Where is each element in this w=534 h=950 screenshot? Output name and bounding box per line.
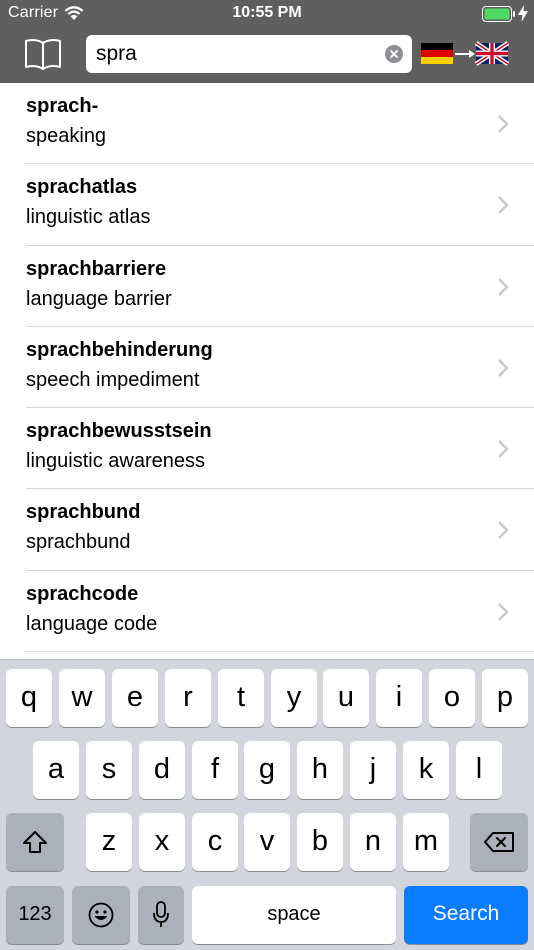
chevron-right-icon: [498, 196, 509, 215]
chevron-right-icon: [498, 115, 509, 133]
results-list: sprach- speaking sprachatlas linguistic …: [0, 83, 534, 659]
entry-translation: language barrier: [26, 287, 172, 310]
delete-icon: [484, 832, 514, 852]
key-h[interactable]: h: [297, 741, 343, 799]
key-v[interactable]: v: [244, 813, 290, 871]
emoji-key[interactable]: [72, 886, 130, 944]
book-icon[interactable]: [24, 38, 62, 70]
entry-word: sprachbarriere: [26, 257, 167, 280]
key-z[interactable]: z: [86, 813, 132, 871]
entry-word: sprachatlas: [26, 176, 138, 199]
chevron-right-icon: [498, 602, 509, 621]
key-u[interactable]: u: [323, 669, 369, 727]
dictation-key[interactable]: [138, 886, 184, 944]
key-o[interactable]: o: [429, 669, 475, 727]
entry-translation: speaking: [26, 125, 107, 147]
key-s[interactable]: s: [86, 741, 132, 799]
chevron-right-icon: [498, 521, 509, 540]
key-l[interactable]: l: [456, 741, 502, 799]
clear-search-icon[interactable]: [385, 45, 403, 63]
chevron-right-icon: [498, 277, 509, 296]
shift-icon: [23, 831, 47, 853]
charging-icon: [518, 5, 528, 22]
list-item[interactable]: sprachbewusstsein linguistic awareness: [0, 408, 534, 490]
entry-word: sprachbewusstsein: [26, 420, 212, 443]
microphone-icon: [153, 901, 169, 927]
entry-word: sprachbund: [26, 501, 141, 524]
chevron-right-icon: [498, 440, 509, 459]
key-j[interactable]: j: [350, 741, 396, 799]
chevron-right-icon: [498, 359, 509, 377]
key-q[interactable]: q: [6, 669, 52, 727]
key-r[interactable]: r: [165, 669, 211, 727]
key-b[interactable]: b: [297, 813, 343, 871]
key-a[interactable]: a: [33, 741, 79, 799]
search-field[interactable]: [86, 35, 412, 73]
key-g[interactable]: g: [244, 741, 290, 799]
key-k[interactable]: k: [403, 741, 449, 799]
entry-translation: linguistic atlas: [26, 206, 151, 229]
key-i[interactable]: i: [376, 669, 422, 727]
shift-key[interactable]: [6, 813, 64, 871]
delete-key[interactable]: [470, 813, 528, 871]
entry-word: sprachcode: [26, 582, 139, 605]
entry-translation: speech impediment: [26, 368, 200, 391]
entry-word: sprach-: [26, 95, 99, 117]
key-m[interactable]: m: [403, 813, 449, 871]
list-item[interactable]: sprachbund sprachbund: [0, 489, 534, 572]
german-flag-icon: [421, 43, 453, 64]
key-e[interactable]: e: [112, 669, 158, 727]
key-t[interactable]: t: [218, 669, 264, 727]
key-f[interactable]: f: [192, 741, 238, 799]
entry-word: sprachbehinderung: [26, 338, 213, 361]
numbers-key[interactable]: 123: [6, 886, 64, 944]
battery-icon: [482, 6, 515, 22]
list-item[interactable]: sprach- speaking: [0, 83, 534, 165]
keyboard: q w e r t y u i o p a s d f g h j k l z …: [0, 659, 534, 950]
search-input[interactable]: [96, 35, 376, 73]
uk-flag-icon: [474, 41, 509, 66]
list-item[interactable]: sprachcode language code: [0, 571, 534, 653]
language-direction-toggle[interactable]: [421, 40, 509, 66]
key-n[interactable]: n: [350, 813, 396, 871]
key-c[interactable]: c: [192, 813, 238, 871]
emoji-icon: [88, 902, 114, 928]
key-d[interactable]: d: [139, 741, 185, 799]
entry-translation: language code: [26, 612, 158, 635]
key-x[interactable]: x: [139, 813, 185, 871]
status-bar: Carrier 10:55 PM: [0, 0, 534, 28]
status-time: 10:55 PM: [232, 4, 302, 21]
key-p[interactable]: p: [482, 669, 528, 727]
space-key[interactable]: space: [192, 886, 396, 944]
key-w[interactable]: w: [59, 669, 105, 727]
entry-translation: linguistic awareness: [26, 450, 205, 473]
list-item[interactable]: sprachatlas linguistic atlas: [0, 164, 534, 246]
key-y[interactable]: y: [271, 669, 317, 727]
arrow-right-icon: [455, 50, 475, 58]
entry-translation: sprachbund: [26, 531, 131, 554]
list-item[interactable]: sprachbarriere language barrier: [0, 246, 534, 328]
navigation-bar: Carrier 10:55 PM: [0, 0, 534, 83]
search-key[interactable]: Search: [404, 886, 528, 944]
list-item[interactable]: sprachbehinderung speech impediment: [0, 327, 534, 409]
